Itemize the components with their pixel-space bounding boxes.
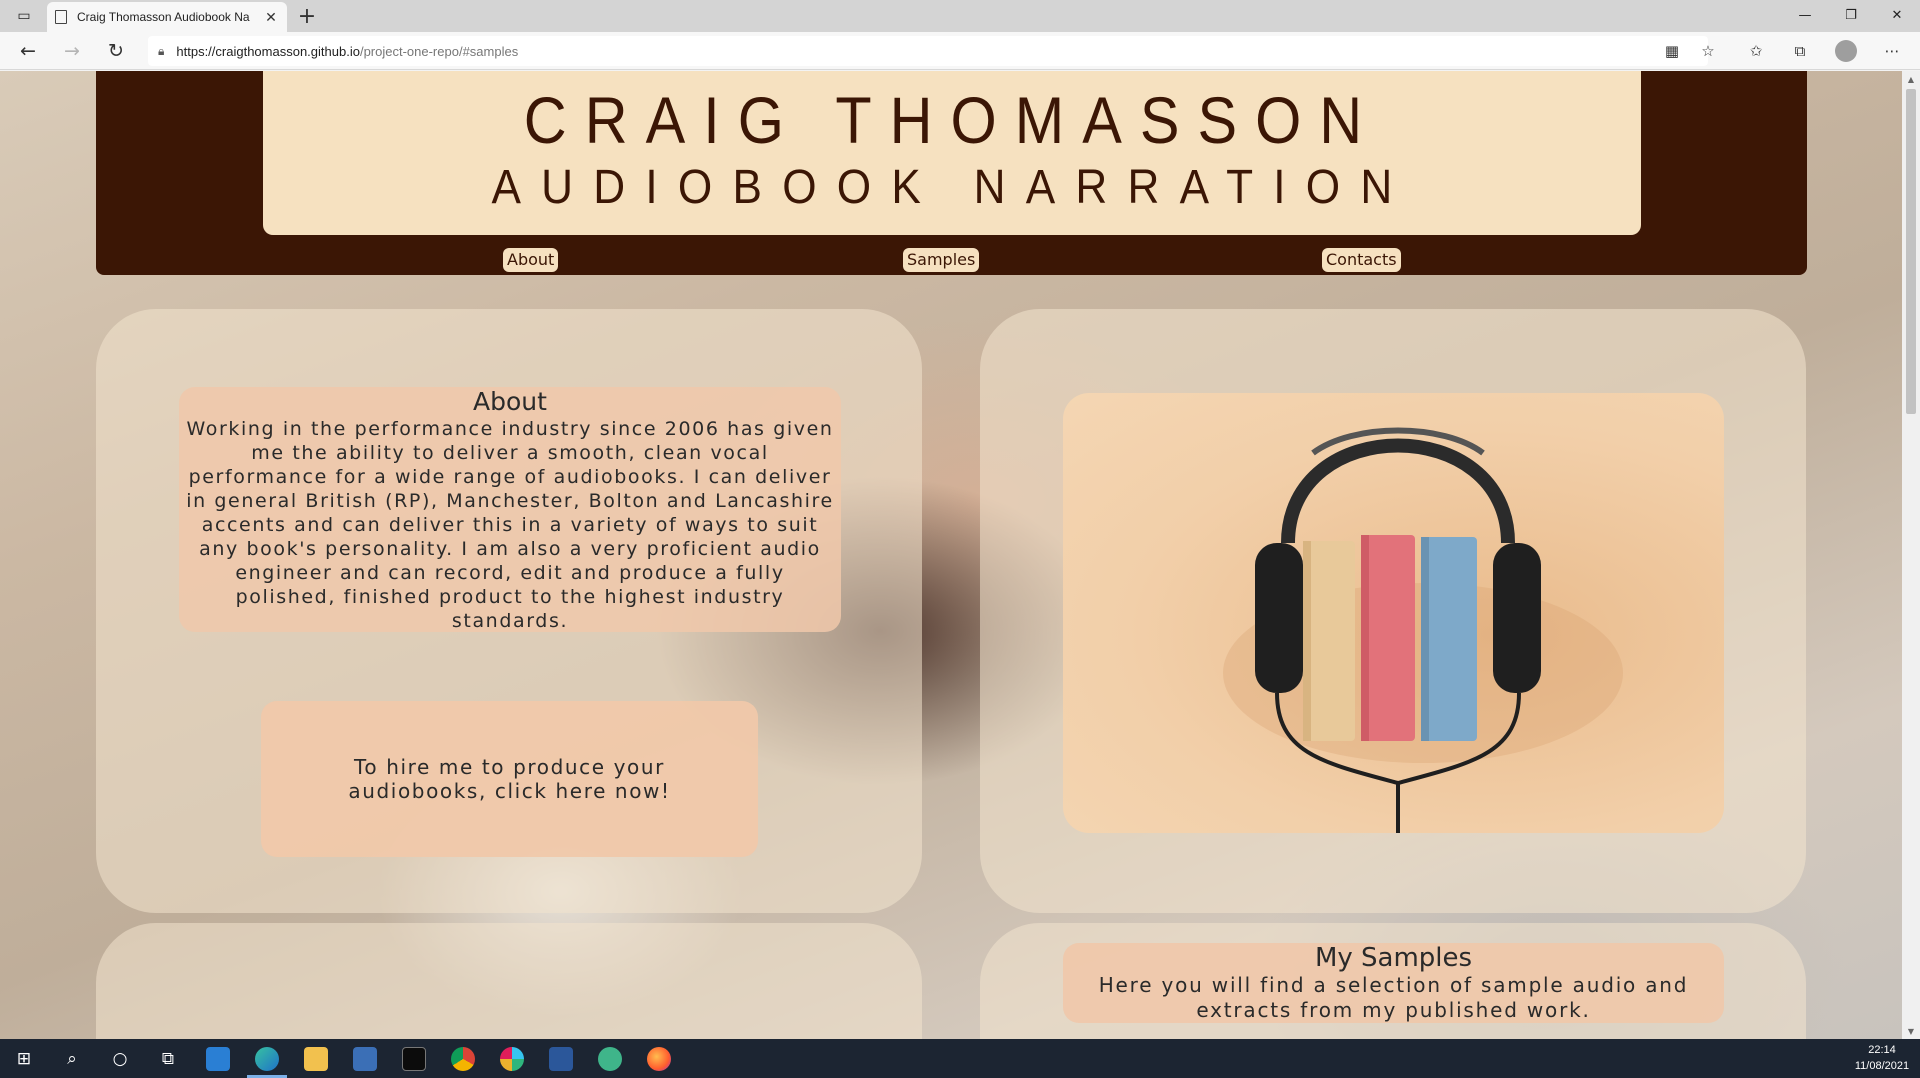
scroll-up-icon[interactable]: ▲ [1902,71,1920,87]
page-favicon-icon [55,10,67,24]
browser-toolbar: ← → ↻ 🔒︎ https://craigthomasson.github.i… [0,32,1920,70]
chrome-icon[interactable] [451,1047,475,1071]
nav-link-contacts[interactable]: Contacts [1322,248,1401,272]
tab-close-icon[interactable]: ✕ [263,9,279,26]
site-subtitle: AUDIOBOOK NARRATION [491,161,1413,214]
nav-link-about[interactable]: About [503,248,559,272]
lower-left-card [96,923,922,1039]
samples-box: My Samples Here you will find a selectio… [1063,943,1724,1023]
image-card [980,309,1806,913]
url-host: https://craigthomasson.github.io [176,43,360,59]
about-card: About Working in the performance industr… [96,309,922,913]
samples-text: Here you will find a selection of sample… [1098,973,1689,1022]
file-explorer-icon[interactable] [304,1047,328,1071]
url-path: /project-one-repo/#samples [359,43,519,59]
edge-browser-icon[interactable] [255,1047,279,1071]
windows-start-icon[interactable]: ⊞ [10,1045,38,1073]
settings-more-icon[interactable]: ⋯ [1880,39,1904,63]
headphones-books-image [1063,393,1724,833]
about-box: About Working in the performance industr… [179,387,841,632]
taskbar: ⊞ ⌕ ○ ⧉ 22:14 11/08/2021 [0,1039,1920,1078]
headphones-books-illustration [1223,427,1623,833]
tab-actions-icon[interactable]: ▭ [10,4,38,28]
clock-time: 22:14 [1868,1044,1896,1056]
about-text: Working in the performance industry sinc… [186,418,834,632]
forward-arrow-icon[interactable]: → [58,37,86,65]
close-window-button[interactable]: ✕ [1874,0,1920,30]
system-clock[interactable]: 22:14 11/08/2021 [1850,1042,1914,1074]
app-available-icon[interactable]: ▦ [1660,39,1684,63]
samples-card: My Samples Here you will find a selectio… [980,923,1806,1039]
site-name: CRAIG THOMASSON [523,83,1381,157]
profile-avatar[interactable] [1835,40,1857,62]
scroll-down-icon[interactable]: ▼ [1902,1023,1920,1039]
terminal-icon[interactable] [402,1047,426,1071]
cortana-icon[interactable]: ○ [106,1045,134,1073]
tab-title: Craig Thomasson Audiobook Na [77,10,250,24]
refresh-icon[interactable]: ↻ [102,37,130,65]
search-icon[interactable]: ⌕ [58,1045,86,1073]
collections-icon[interactable]: ⧉ [1788,39,1812,63]
tab-strip: ▭ Craig Thomasson Audiobook Na ✕ + — ❐ ✕ [0,0,1920,32]
favorites-icon[interactable]: ✩ [1744,39,1768,63]
task-view-icon[interactable]: ⧉ [154,1045,182,1073]
lock-icon: 🔒︎ [158,43,165,58]
new-tab-button[interactable]: + [294,3,320,29]
gitkraken-icon[interactable] [598,1047,622,1071]
hire-me-link[interactable]: To hire me to produce your audiobooks, c… [261,701,758,857]
back-arrow-icon[interactable]: ← [14,37,42,65]
mail-app-icon[interactable] [206,1047,230,1071]
store-icon[interactable] [353,1047,377,1071]
page-viewport: CRAIG THOMASSON AUDIOBOOK NARRATION Abou… [0,71,1902,1039]
browser-tab[interactable]: Craig Thomasson Audiobook Na ✕ [47,2,287,32]
nav-link-samples[interactable]: Samples [903,248,980,272]
site-header: CRAIG THOMASSON AUDIOBOOK NARRATION Abou… [96,71,1807,275]
about-title: About [473,387,547,416]
minimize-button[interactable]: — [1782,0,1828,30]
samples-title: My Samples [1314,943,1473,973]
maximize-button[interactable]: ❐ [1828,0,1874,30]
page-scrollbar[interactable]: ▲ ▼ [1902,71,1920,1039]
slack-icon[interactable] [500,1047,524,1071]
firefox-icon[interactable] [647,1047,671,1071]
header-title-panel: CRAIG THOMASSON AUDIOBOOK NARRATION [263,71,1641,235]
address-bar[interactable]: 🔒︎ https://craigthomasson.github.io/proj… [148,36,1708,66]
add-favorite-star-icon[interactable]: ☆ [1696,39,1720,63]
scroll-thumb[interactable] [1906,89,1916,414]
word-icon[interactable] [549,1047,573,1071]
clock-date: 11/08/2021 [1854,1060,1910,1072]
